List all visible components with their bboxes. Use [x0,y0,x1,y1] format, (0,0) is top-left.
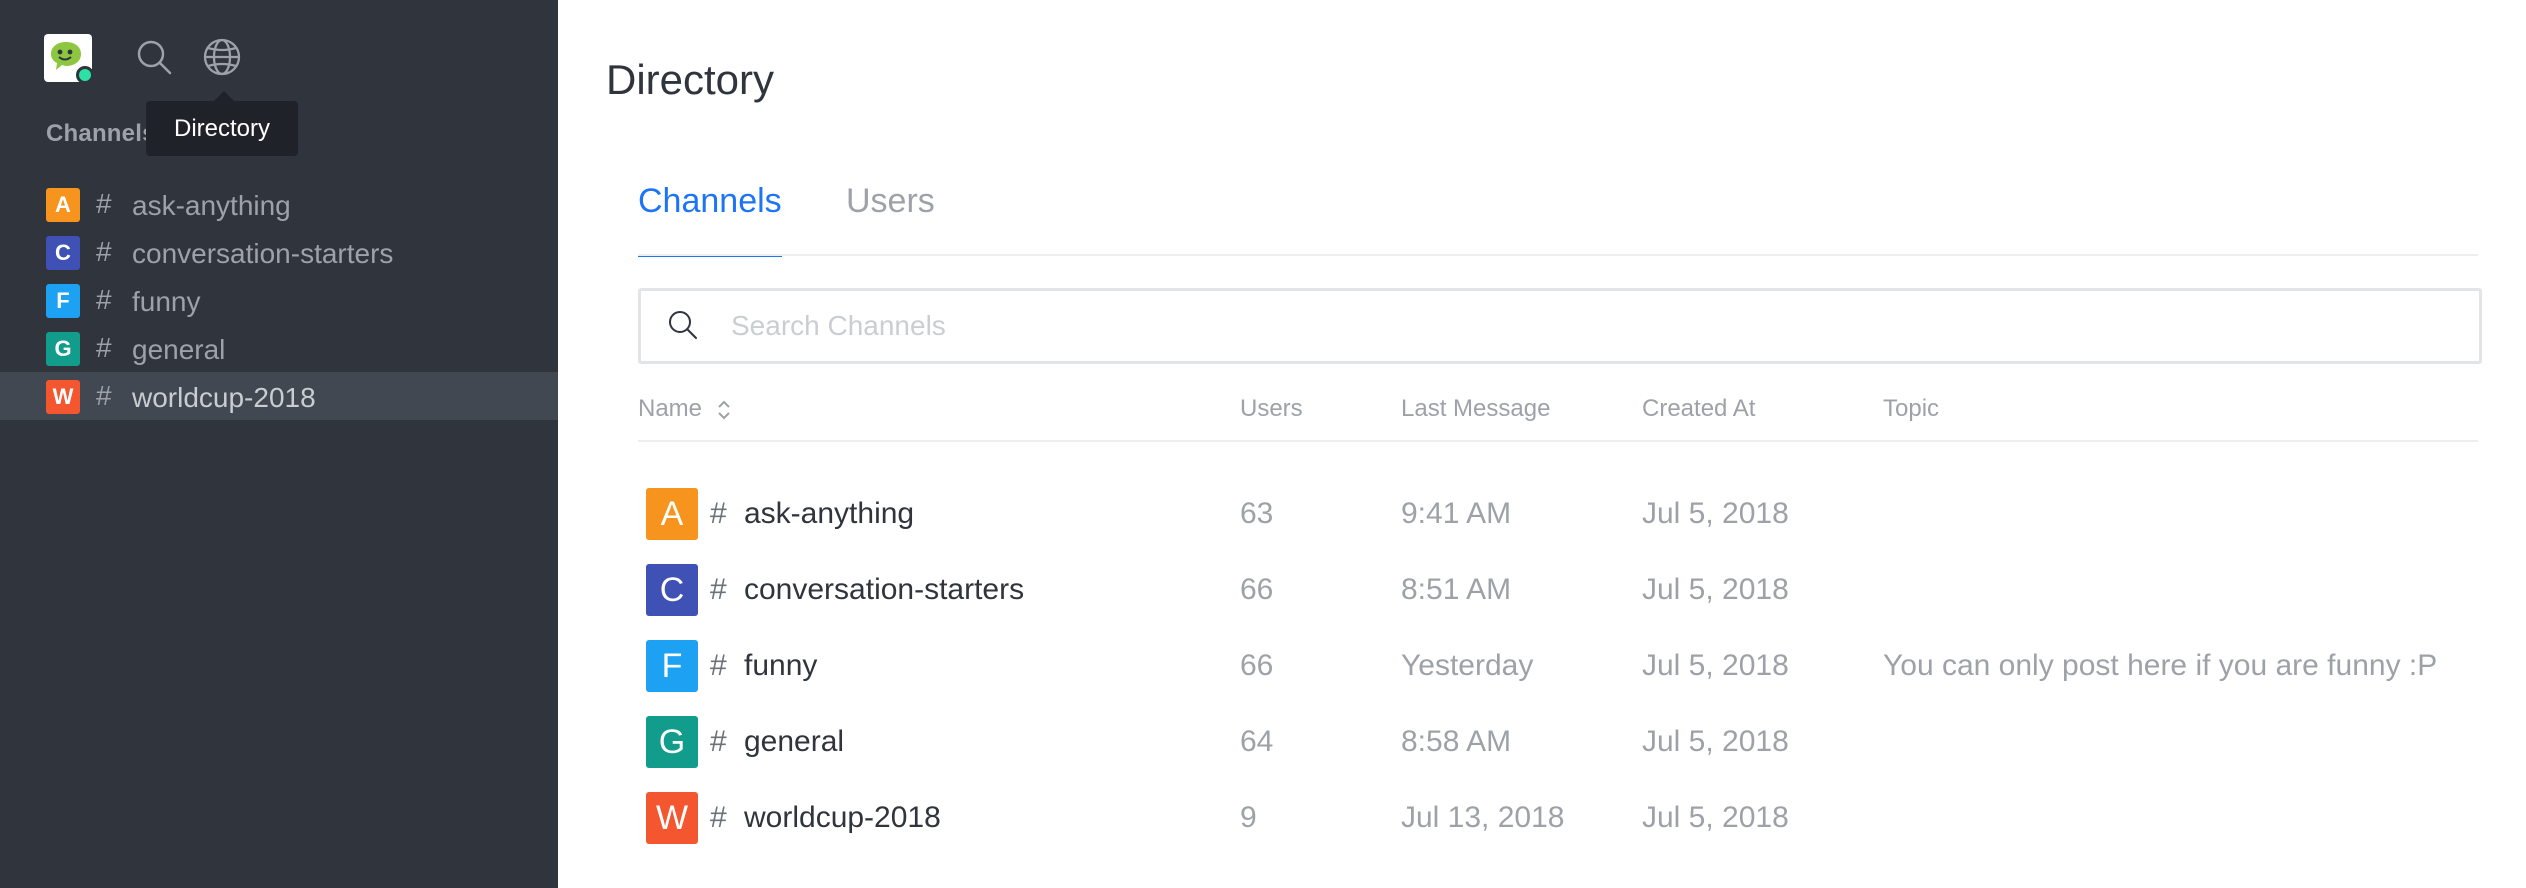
hash-icon: # [96,284,112,315]
user-count: 66 [1240,573,1274,606]
search-box [638,288,2482,364]
column-header-last-message[interactable]: Last Message [1401,394,1550,424]
channel-name: conversation-starters [744,573,1025,606]
table-row[interactable]: W # worldcup-2018 9 Jul 13, 2018 Jul 5, … [638,788,2478,864]
channel-name: worldcup-2018 [744,801,941,834]
page-title: Directory [606,56,775,103]
sidebar-item-label: ask-anything [132,190,291,221]
column-header-users[interactable]: Users [1240,394,1303,424]
sidebar-item-ask-anything[interactable]: A # ask-anything [0,180,558,228]
hash-icon: # [96,332,112,363]
channel-avatar: W [46,380,80,414]
hash-icon: # [710,801,727,834]
hash-icon: # [96,188,112,219]
workspace-avatar[interactable] [44,34,94,84]
sidebar-item-label: general [132,334,226,365]
channel-table: A # ask-anything 63 9:41 AM Jul 5, 2018 … [638,484,2478,864]
search-button[interactable] [134,37,174,77]
last-message: Yesterday [1401,649,1534,682]
channel-avatar: F [646,640,698,692]
channel-name: funny [744,649,818,682]
table-row[interactable]: G # general 64 8:58 AM Jul 5, 2018 [638,712,2478,788]
created-at: Jul 5, 2018 [1642,573,1789,606]
channel-avatar: C [46,236,80,270]
channel-name: ask-anything [744,497,915,530]
created-at: Jul 5, 2018 [1642,497,1789,530]
directory-main: Directory Channels Users Name Users Last… [558,0,2526,888]
sort-icon [717,400,730,420]
status-online-dot [76,66,94,84]
sidebar-item-conversation-starters[interactable]: C # conversation-starters [0,228,558,276]
sidebar-section-label: Channels [46,120,156,147]
tab-channels[interactable]: Channels [638,176,782,257]
user-count: 66 [1240,649,1274,682]
table-row[interactable]: C # conversation-starters 66 8:51 AM Jul… [638,560,2478,636]
sidebar-item-funny[interactable]: F # funny [0,276,558,324]
directory-button[interactable] [202,37,242,77]
search-icon [669,311,697,339]
hash-icon: # [710,649,727,682]
user-count: 63 [1240,497,1274,530]
table-row[interactable]: A # ask-anything 63 9:41 AM Jul 5, 2018 [638,484,2478,560]
tab-users[interactable]: Users [846,176,935,254]
search-icon [137,40,172,75]
hash-icon: # [710,725,727,758]
hash-icon: # [96,380,112,411]
channel-avatar: A [646,488,698,540]
user-count: 64 [1240,725,1274,758]
channel-avatar: W [646,792,698,844]
last-message: Jul 13, 2018 [1401,801,1565,834]
created-at: Jul 5, 2018 [1642,801,1789,834]
channel-name: general [744,725,845,758]
search-input[interactable] [729,305,2433,347]
channel-avatar: C [646,564,698,616]
sidebar-item-label: funny [132,286,201,317]
sidebar-item-general[interactable]: G # general [0,324,558,372]
hash-icon: # [96,236,112,267]
last-message: 8:51 AM [1401,573,1512,606]
sidebar-item-label: worldcup-2018 [132,382,316,413]
channel-avatar: A [46,188,80,222]
last-message: 8:58 AM [1401,725,1512,758]
channel-avatar: G [646,716,698,768]
created-at: Jul 5, 2018 [1642,649,1789,682]
user-count: 9 [1240,801,1257,834]
globe-icon [203,38,241,76]
created-at: Jul 5, 2018 [1642,725,1789,758]
last-message: 9:41 AM [1401,497,1512,530]
column-header-label: Name [638,395,703,422]
column-header-topic: Topic [1883,395,1940,422]
tabs-divider [638,254,2478,256]
directory-tooltip: Directory [146,91,298,156]
channel-avatar: F [46,284,80,318]
column-header-name[interactable]: Name [638,394,731,424]
sidebar: Channels Directory A # ask-anything C # … [0,0,558,888]
channel-avatar: G [46,332,80,366]
header-divider [638,440,2478,442]
topic: You can only post here if you are funny … [1883,649,2438,682]
column-header-created-at[interactable]: Created At [1642,394,1755,424]
hash-icon: # [710,497,727,530]
table-row[interactable]: F # funny 66 Yesterday Jul 5, 2018 You c… [638,636,2478,712]
sidebar-channel-list: A # ask-anything C # conversation-starte… [0,180,558,420]
hash-icon: # [710,573,727,606]
sidebar-item-worldcup-2018[interactable]: W # worldcup-2018 [0,372,558,420]
sidebar-item-label: conversation-starters [132,238,394,269]
